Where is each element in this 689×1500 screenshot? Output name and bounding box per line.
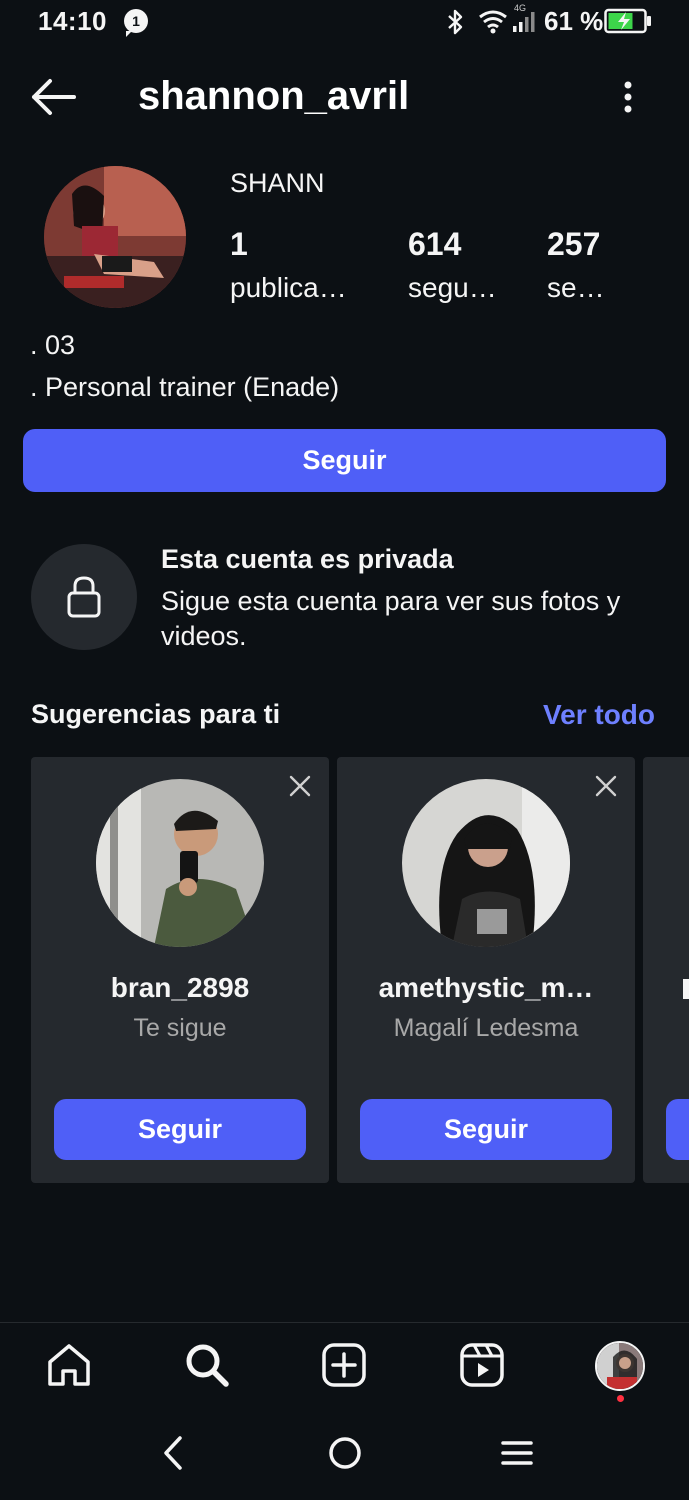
back-arrow-icon[interactable]	[30, 78, 76, 116]
create-icon[interactable]	[321, 1342, 367, 1388]
posts-label[interactable]: publica…	[230, 272, 347, 304]
following-label[interactable]: se…	[547, 272, 605, 304]
suggestion-username[interactable]: bran_2898	[31, 972, 329, 1004]
suggestions-title: Sugerencias para ti	[31, 699, 281, 729]
cell-signal-icon	[513, 12, 535, 32]
close-icon[interactable]	[595, 775, 617, 797]
home-icon[interactable]	[46, 1342, 92, 1388]
system-recents-icon[interactable]	[500, 1434, 534, 1472]
profile-tab-avatar[interactable]	[595, 1341, 645, 1391]
close-icon[interactable]	[289, 775, 311, 797]
follow-suggestion-button[interactable]: Seguir	[360, 1099, 612, 1160]
suggestion-subtitle: Magalí Ledesma	[393, 1014, 579, 1042]
followers-label[interactable]: segu…	[408, 272, 497, 304]
follow-suggestion-button-partial[interactable]	[666, 1099, 689, 1160]
tab-bar-divider	[0, 1322, 689, 1323]
private-account-title: Esta cuenta es privada	[161, 544, 454, 574]
following-count[interactable]: 257	[547, 226, 600, 263]
system-home-icon[interactable]	[327, 1434, 363, 1472]
see-all-link[interactable]: Ver todo	[543, 699, 655, 731]
activity-dot	[617, 1395, 624, 1402]
follow-suggestion-button[interactable]: Seguir	[54, 1099, 306, 1160]
reels-icon[interactable]	[459, 1342, 505, 1388]
posts-count[interactable]: 1	[230, 226, 248, 263]
bio-line: . Personal trainer (Enade)	[30, 372, 340, 402]
status-time: 14:10	[38, 6, 107, 36]
message-notification-icon: 1	[124, 9, 148, 37]
suggestion-card-partial[interactable]	[643, 757, 689, 1183]
suggestion-avatar[interactable]	[402, 779, 570, 947]
battery-charging-icon	[604, 8, 651, 34]
display-name: SHANN	[230, 168, 325, 198]
battery-percent: 61 %	[544, 6, 604, 36]
lock-icon	[67, 576, 101, 618]
followers-count[interactable]: 614	[408, 226, 461, 263]
bio-line: . 03	[30, 330, 76, 360]
suggestion-username[interactable]: amethystic_m…	[337, 972, 635, 1004]
search-icon[interactable]	[184, 1342, 230, 1388]
profile-avatar[interactable]	[44, 166, 186, 308]
system-back-icon[interactable]	[160, 1434, 184, 1472]
profile-username: shannon_avril	[138, 74, 410, 118]
wifi-icon	[479, 10, 507, 34]
more-options-icon[interactable]	[618, 80, 638, 114]
suggestion-avatar[interactable]	[96, 779, 264, 947]
follow-button[interactable]: Seguir	[23, 429, 666, 492]
suggestion-card[interactable]: bran_2898 Te sigue Seguir	[31, 757, 329, 1183]
private-account-description: Sigue esta cuenta para ver sus fotos y v…	[161, 586, 621, 651]
lock-badge	[31, 544, 137, 650]
bluetooth-icon	[448, 9, 463, 35]
suggestion-subtitle: Te sigue	[133, 1014, 227, 1042]
suggestion-username-partial	[683, 979, 689, 999]
suggestion-card[interactable]: amethystic_m… Magalí Ledesma Seguir	[337, 757, 635, 1183]
